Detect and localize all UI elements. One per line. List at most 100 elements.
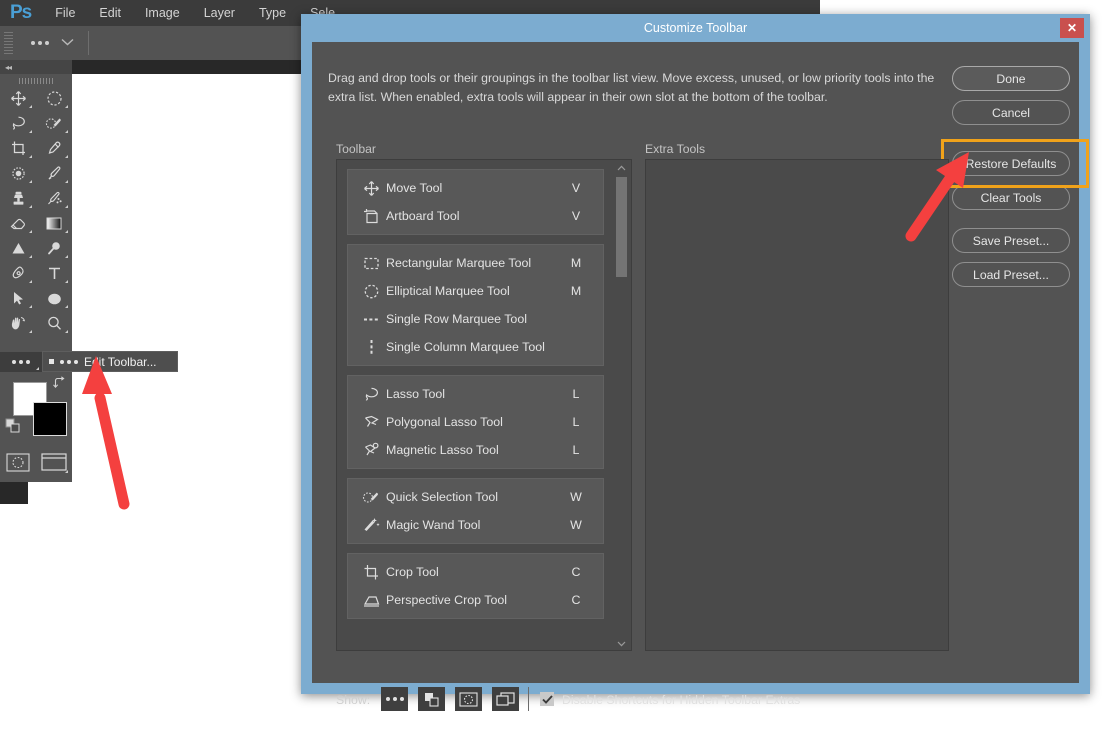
menu-item-type[interactable]: Type	[247, 0, 298, 26]
tool-button-elliptical-marquee[interactable]	[36, 86, 72, 111]
tool-button-eyedropper[interactable]	[36, 136, 72, 161]
tool-list-row[interactable]: Quick Selection Tool W	[348, 483, 603, 511]
edit-toolbar-menu-label: Edit Toolbar...	[84, 354, 157, 369]
tool-overflow-corner	[29, 305, 32, 308]
swap-colors-icon[interactable]	[53, 376, 66, 392]
tool-list-row[interactable]: Artboard Tool V	[348, 202, 603, 230]
tool-list-row[interactable]: Polygonal Lasso Tool L	[348, 408, 603, 436]
fill-color-icon	[425, 692, 439, 707]
extra-tools-drop-pane[interactable]	[645, 159, 949, 651]
tool-group[interactable]: Quick Selection Tool W Magic Wand Tool W	[347, 478, 604, 544]
tool-overflow-corner	[29, 105, 32, 108]
edit-toolbar-flyout-menu[interactable]: Edit Toolbar...	[42, 351, 178, 372]
tool-list-row[interactable]: Perspective Crop Tool C	[348, 586, 603, 614]
cancel-button[interactable]: Cancel	[952, 100, 1070, 125]
tool-list-row[interactable]: Move Tool V	[348, 174, 603, 202]
tool-list-row[interactable]: Magnetic Lasso Tool L	[348, 436, 603, 464]
tool-list: Move Tool V Artboard Tool V Rectangular Marq…	[337, 160, 614, 650]
screen-mode-button[interactable]	[36, 448, 72, 476]
options-bar-grip[interactable]	[4, 32, 13, 54]
toolbar-column-label: Toolbar	[336, 142, 376, 156]
tool-button-type[interactable]	[36, 261, 72, 286]
tool-button-ellipse[interactable]	[36, 286, 72, 311]
tool-list-row[interactable]: Crop Tool C	[348, 558, 603, 586]
tool-group[interactable]: Move Tool V Artboard Tool V	[347, 169, 604, 235]
tool-button-clone-stamp[interactable]	[0, 186, 36, 211]
tool-overflow-corner	[65, 330, 68, 333]
tool-overflow-corner	[29, 180, 32, 183]
load-preset-button[interactable]: Load Preset...	[952, 262, 1070, 287]
tools-panel: ◂◂	[0, 60, 72, 352]
menu-item-file[interactable]: File	[43, 0, 87, 26]
tool-overflow-corner	[29, 330, 32, 333]
tool-button-eraser[interactable]	[0, 211, 36, 236]
show-extras-button[interactable]	[381, 687, 408, 711]
tool-list-row[interactable]: Single Column Marquee Tool	[348, 333, 603, 361]
tool-button-gradient[interactable]	[36, 211, 72, 236]
tool-row-label: Elliptical Marquee Tool	[386, 284, 510, 298]
tool-list-scrollbar[interactable]	[613, 161, 630, 650]
quick-mask-button[interactable]	[0, 448, 36, 476]
tool-row-shortcut: V	[571, 181, 581, 195]
tool-button-blur[interactable]	[0, 236, 36, 261]
extra-tools-column-label: Extra Tools	[645, 142, 706, 156]
done-button[interactable]: Done	[952, 66, 1070, 91]
tool-list-row[interactable]: Magic Wand Tool W	[348, 511, 603, 539]
collapse-panel-icon[interactable]: ◂◂	[0, 63, 12, 72]
default-colors-icon[interactable]	[5, 418, 22, 440]
menu-item-image[interactable]: Image	[133, 0, 192, 26]
show-quick-mask-button[interactable]	[455, 687, 482, 711]
color-swatches-block	[0, 372, 72, 482]
polygonal-lasso-icon	[356, 414, 386, 431]
tool-button-brush[interactable]	[36, 161, 72, 186]
tool-group[interactable]: Lasso Tool L Polygonal Lasso Tool L Magnetic…	[347, 375, 604, 469]
tool-button-path-selection[interactable]	[0, 286, 36, 311]
tool-row-shortcut: W	[570, 518, 582, 532]
menu-item-edit[interactable]: Edit	[87, 0, 133, 26]
clear-tools-button[interactable]: Clear Tools	[952, 185, 1070, 210]
toolbar-extras-button[interactable]	[0, 352, 42, 372]
tool-button-pen[interactable]	[0, 261, 36, 286]
menu-item-layer[interactable]: Layer	[192, 0, 247, 26]
tools-panel-header[interactable]: ◂◂	[0, 60, 72, 74]
tool-list-row[interactable]: Single Row Marquee Tool	[348, 305, 603, 333]
tool-group[interactable]: Rectangular Marquee Tool M Elliptical Marq…	[347, 244, 604, 366]
dialog-title: Customize Toolbar	[643, 21, 748, 35]
quick-selection-icon	[356, 489, 386, 506]
tool-button-crop[interactable]	[0, 136, 36, 161]
ellipsis-icon	[385, 697, 404, 701]
close-icon[interactable]: ✕	[1060, 18, 1084, 38]
customize-toolbar-dialog: Customize Toolbar ✕ Drag and drop tools …	[301, 14, 1090, 711]
options-overflow-icon[interactable]	[31, 41, 49, 45]
save-preset-button[interactable]: Save Preset...	[952, 228, 1070, 253]
tool-button-lasso[interactable]	[0, 111, 36, 136]
tool-row-label: Rectangular Marquee Tool	[386, 256, 532, 270]
tool-button-dodge[interactable]	[36, 236, 72, 261]
square-bullet-icon	[49, 359, 54, 364]
tool-row-label: Artboard Tool	[386, 209, 460, 223]
chevron-down-icon[interactable]	[61, 37, 74, 49]
mode-buttons-row	[0, 448, 72, 476]
tool-button-quick-selection[interactable]	[36, 111, 72, 136]
tool-row-label: Lasso Tool	[386, 387, 446, 401]
background-color-swatch[interactable]	[33, 402, 67, 436]
tool-button-history-brush[interactable]	[36, 186, 72, 211]
tool-button-hand[interactable]	[0, 311, 36, 336]
disable-shortcuts-checkbox[interactable]	[540, 692, 554, 706]
tool-button-zoom[interactable]	[36, 311, 72, 336]
tools-panel-grip[interactable]	[19, 78, 53, 84]
show-screen-mode-button[interactable]	[492, 687, 519, 711]
scrollbar-thumb[interactable]	[616, 177, 627, 277]
tool-list-row[interactable]: Rectangular Marquee Tool M	[348, 249, 603, 277]
show-fill-color-button[interactable]	[418, 687, 445, 711]
chevron-down-icon[interactable]	[613, 637, 630, 650]
crop-icon	[356, 564, 386, 581]
tool-list-row[interactable]: Elliptical Marquee Tool M	[348, 277, 603, 305]
tool-button-move[interactable]	[0, 86, 36, 111]
chevron-up-icon[interactable]	[613, 161, 630, 175]
screen-mode-icon	[496, 691, 515, 706]
tool-group[interactable]: Crop Tool C Perspective Crop Tool C	[347, 553, 604, 619]
tool-button-spot-healing-brush[interactable]	[0, 161, 36, 186]
tool-row-shortcut: C	[571, 565, 581, 579]
tool-list-row[interactable]: Lasso Tool L	[348, 380, 603, 408]
